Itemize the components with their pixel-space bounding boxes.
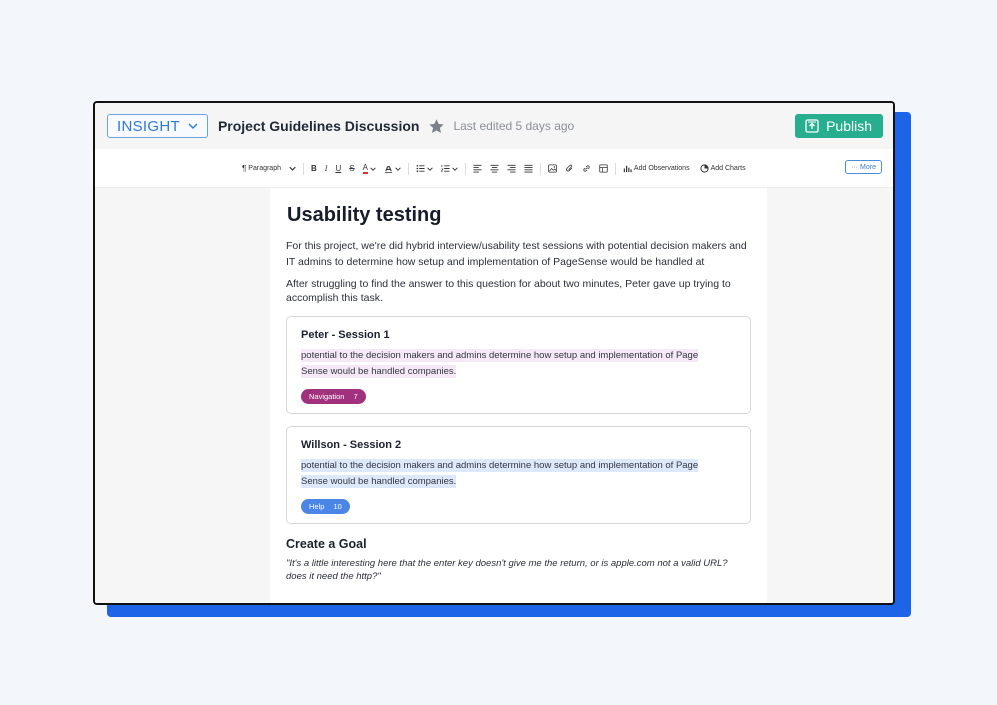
italic-icon: I <box>324 164 328 173</box>
add-observations-label: Add Observations <box>633 165 690 172</box>
bold-button[interactable]: B <box>307 161 321 177</box>
quote-paragraph: "It's a little interesting here that the… <box>286 558 728 582</box>
highlight-text: potential to the decision makers and adm… <box>301 459 699 488</box>
paragraph-style-label: Paragraph <box>248 165 281 172</box>
add-charts-button[interactable]: Add Charts <box>696 161 750 177</box>
page-heading: Usability testing <box>287 204 442 226</box>
bar-chart-icon <box>623 165 632 173</box>
intro-paragraph: For this project, we're did hybrid inter… <box>286 240 747 268</box>
last-edited-text: Last edited 5 days ago <box>453 119 575 133</box>
strikethrough-button[interactable]: S <box>345 161 358 177</box>
bullet-list-icon <box>416 164 425 173</box>
session-title: Peter - Session 1 <box>301 329 390 341</box>
more-button[interactable]: ··· More <box>845 160 882 174</box>
toolbar-divider <box>303 162 304 175</box>
ellipsis-icon: ··· <box>851 163 859 171</box>
session-card[interactable]: Willson - Session 2 potential to the dec… <box>286 426 751 524</box>
chevron-down-icon <box>188 123 198 129</box>
highlighter-icon <box>384 166 393 173</box>
chevron-down-icon <box>395 166 401 171</box>
session-title: Willson - Session 2 <box>301 439 402 451</box>
justify-button[interactable] <box>520 161 537 177</box>
align-center-button[interactable] <box>486 161 503 177</box>
tag-label: Help <box>309 502 325 511</box>
publish-button[interactable]: Publish <box>795 114 883 138</box>
pilcrow-icon: ¶ <box>242 164 247 173</box>
insert-link-button[interactable] <box>578 161 595 177</box>
chevron-down-icon <box>427 166 433 171</box>
toolbar-divider <box>539 162 541 175</box>
font-color-button[interactable]: A <box>359 161 380 177</box>
underline-icon: U <box>335 164 342 173</box>
header-bar: INSIGHT Project Guidelines Discussion La… <box>95 103 893 149</box>
chevron-down-icon <box>452 166 458 171</box>
insight-type-dropdown[interactable]: INSIGHT <box>107 114 208 138</box>
attachment-button[interactable] <box>561 161 578 177</box>
numbered-list-icon <box>440 164 450 172</box>
tag-badge[interactable]: Help 10 <box>301 499 350 514</box>
section-heading: Create a Goal <box>286 537 367 551</box>
tag-count: 10 <box>333 502 342 511</box>
add-observations-button[interactable]: Add Observations <box>619 161 694 177</box>
document-title[interactable]: Project Guidelines Discussion <box>218 118 420 134</box>
underline-button[interactable]: U <box>331 161 345 177</box>
strikethrough-icon: S <box>349 164 355 173</box>
publish-icon <box>805 119 819 133</box>
align-left-icon <box>473 164 482 173</box>
align-center-icon <box>490 164 499 173</box>
justify-icon <box>524 164 533 173</box>
bullet-list-button[interactable] <box>412 161 437 177</box>
document-page[interactable]: Usability testing For this project, we'r… <box>270 188 767 603</box>
summary-paragraph: After struggling to find the answer to t… <box>286 278 731 304</box>
numbered-list-button[interactable] <box>437 161 462 177</box>
bold-icon: B <box>311 164 317 173</box>
table-icon <box>599 164 608 173</box>
highlight-text: potential to the decision makers and adm… <box>301 349 699 378</box>
session-card[interactable]: Peter - Session 1 potential to the decis… <box>286 316 751 414</box>
editor-window: INSIGHT Project Guidelines Discussion La… <box>93 101 895 605</box>
toolbar-divider <box>407 162 409 175</box>
highlight-color-button[interactable] <box>380 161 405 177</box>
align-right-button[interactable] <box>503 161 520 177</box>
add-charts-label: Add Charts <box>710 165 746 172</box>
chevron-down-icon <box>289 166 296 171</box>
highlighted-observation[interactable]: potential to the decision makers and adm… <box>301 348 721 380</box>
editor-canvas: Usability testing For this project, we'r… <box>95 188 893 603</box>
link-icon <box>583 165 590 172</box>
chevron-down-icon <box>370 166 376 171</box>
pie-chart-icon <box>699 164 709 173</box>
paragraph-style-dropdown[interactable]: ¶ Paragraph <box>238 161 300 177</box>
highlighted-observation[interactable]: potential to the decision makers and adm… <box>301 458 721 490</box>
star-icon[interactable] <box>428 118 445 135</box>
italic-button[interactable]: I <box>321 161 332 177</box>
tag-label: Navigation <box>309 392 345 401</box>
toolbar-divider <box>614 162 616 175</box>
align-right-icon <box>507 164 516 173</box>
more-label: More <box>860 163 876 171</box>
font-color-icon: A <box>362 162 368 174</box>
insert-table-button[interactable] <box>595 161 612 177</box>
paperclip-icon <box>566 164 573 172</box>
insight-type-label: INSIGHT <box>117 117 180 135</box>
align-left-button[interactable] <box>469 161 486 177</box>
publish-label: Publish <box>826 118 872 134</box>
image-icon <box>548 164 557 173</box>
toolbar-divider <box>464 162 466 175</box>
tag-badge[interactable]: Navigation 7 <box>301 389 366 404</box>
formatting-toolbar: ¶ Paragraph B I U S A Add Observations A… <box>95 149 893 188</box>
insert-image-button[interactable] <box>544 161 561 177</box>
tag-count: 7 <box>353 392 358 401</box>
